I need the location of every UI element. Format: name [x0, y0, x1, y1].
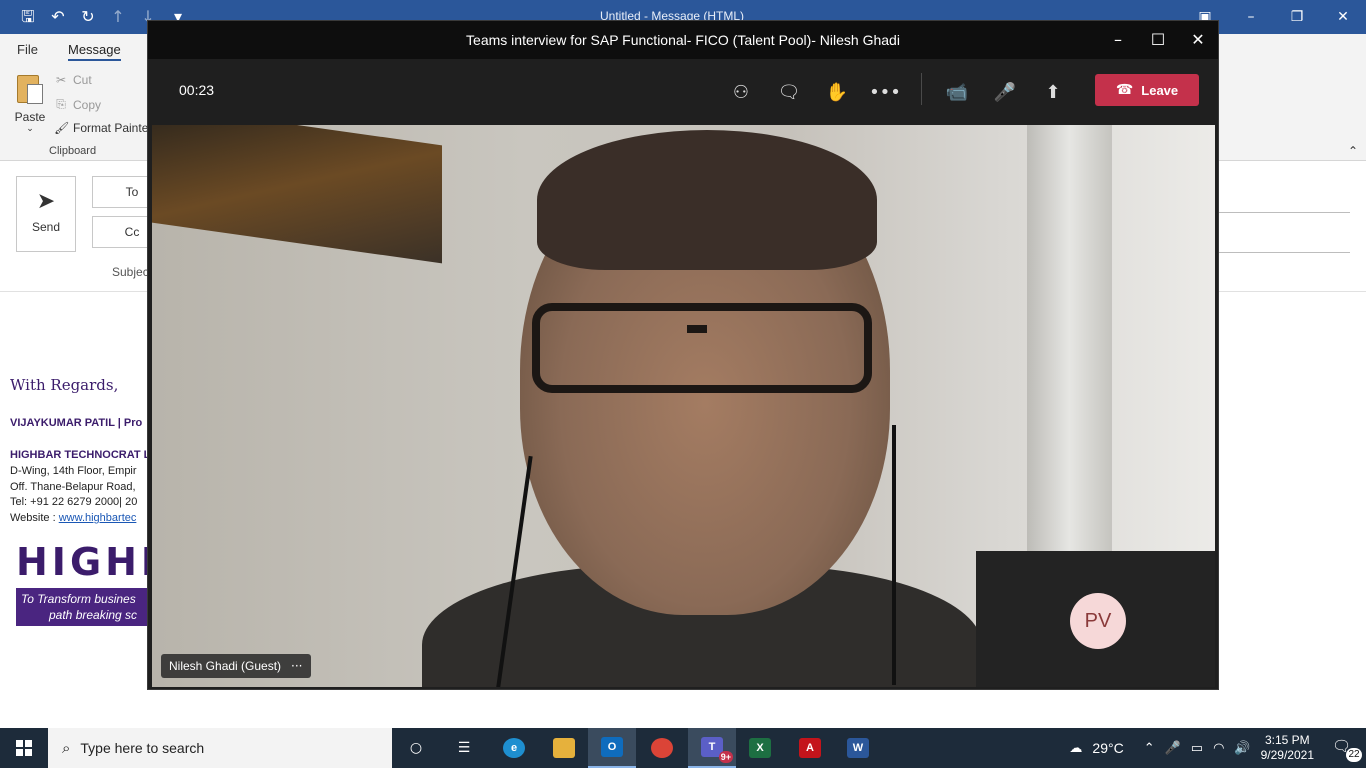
weather-icon[interactable]: ☁: [1069, 741, 1082, 756]
reactions-icon[interactable]: ✋: [821, 77, 853, 109]
chat-icon[interactable]: 🗨: [773, 77, 805, 109]
tab-message[interactable]: Message: [68, 42, 121, 61]
format-painter-label: Format Painter: [73, 121, 153, 135]
format-painter-button[interactable]: 🖌 Format Painter: [54, 121, 152, 135]
cortana-icon[interactable]: ○: [392, 728, 440, 768]
signature-tel: Tel: +91 22 6279 2000| 20: [10, 496, 138, 508]
to-field-line[interactable]: [1219, 212, 1350, 213]
more-actions-icon[interactable]: •••: [869, 77, 901, 109]
meeting-title: Teams interview for SAP Functional- FICO…: [466, 32, 900, 48]
send-label: Send: [31, 220, 61, 234]
cut-label: Cut: [73, 73, 92, 87]
file-explorer-icon[interactable]: [540, 728, 588, 768]
task-view-icon[interactable]: ☰: [440, 728, 488, 768]
taskbar-search[interactable]: ⌕ Type here to search: [48, 728, 392, 768]
collapse-ribbon-icon[interactable]: ⌃: [1348, 144, 1358, 158]
wifi-icon[interactable]: ◠: [1213, 741, 1224, 756]
tab-file[interactable]: File: [17, 42, 38, 57]
windows-logo-icon: [16, 740, 32, 756]
microphone-icon[interactable]: 🎤: [989, 77, 1021, 109]
volume-icon[interactable]: 🔊: [1234, 741, 1250, 756]
participants-icon[interactable]: ⚇: [725, 77, 757, 109]
up-arrow-icon[interactable]: ↑: [108, 7, 128, 27]
teams-taskbar-icon[interactable]: T 9+: [688, 728, 736, 768]
signature-address-1: D-Wing, 14th Floor, Empir: [10, 465, 137, 477]
copy-button[interactable]: ⎘ Copy: [54, 97, 101, 112]
system-tray: ☁ 29°C ⌃ 🎤 ▭ ◠ 🔊 3:15 PM 9/29/2021 🗨 22: [1069, 728, 1366, 768]
signature-company: HIGHBAR TECHNOCRAT L: [10, 449, 151, 461]
start-button[interactable]: [0, 728, 48, 768]
phone-hangup-icon: ☎: [1115, 82, 1134, 98]
word-icon[interactable]: W: [834, 728, 882, 768]
restore-icon[interactable]: ❐: [1274, 0, 1320, 34]
brush-icon: 🖌: [54, 121, 70, 135]
paste-icon: [15, 72, 45, 106]
leave-label: Leave: [1141, 82, 1179, 98]
participant-name: Nilesh Ghadi (Guest): [169, 659, 282, 673]
teams-window-controls: – ☐ ✕: [1098, 21, 1218, 59]
minimize-icon[interactable]: –: [1098, 21, 1138, 59]
chrome-icon[interactable]: [638, 728, 686, 768]
send-button[interactable]: ➤ Send: [16, 176, 76, 252]
self-view-tile: PV: [976, 551, 1215, 687]
tagline-line-2: path breaking sc: [49, 608, 138, 622]
signature-regards: With Regards,: [10, 376, 119, 394]
close-icon[interactable]: ✕: [1178, 21, 1218, 59]
avatar: PV: [1070, 593, 1126, 649]
website-link[interactable]: www.highbartec: [59, 512, 137, 524]
teams-titlebar: Teams interview for SAP Functional- FICO…: [148, 21, 1218, 59]
company-tagline: To Transform busines path breaking sc: [16, 588, 148, 626]
meeting-toolbar: 00:23 ⚇ 🗨 ✋ ••• 📹 🎤 ⬆ ☎ Leave: [148, 59, 1218, 125]
toolbar-divider: [921, 73, 922, 105]
weather-temp[interactable]: 29°C: [1092, 740, 1123, 756]
participant-name-tag[interactable]: Nilesh Ghadi (Guest) ···: [161, 654, 311, 678]
close-icon[interactable]: ✕: [1320, 0, 1366, 34]
send-icon: ➤: [36, 189, 56, 214]
maximize-icon[interactable]: ☐: [1138, 21, 1178, 59]
clock-time: 3:15 PM: [1264, 733, 1310, 747]
redo-icon[interactable]: ↻: [78, 7, 98, 27]
clock-date: 9/29/2021: [1260, 748, 1314, 762]
signature-address-2: Off. Thane-Belapur Road,: [10, 481, 136, 493]
leave-button[interactable]: ☎ Leave: [1095, 74, 1199, 106]
show-hidden-icons-icon[interactable]: ⌃: [1144, 741, 1155, 756]
signature-name: VIJAYKUMAR PATIL | Pro: [10, 417, 143, 429]
clipboard-group-label: Clipboard: [49, 145, 97, 157]
paste-button[interactable]: Paste ⌄: [12, 72, 48, 134]
undo-icon[interactable]: ↶: [48, 7, 68, 27]
website-label: Website :: [10, 512, 59, 524]
excel-icon[interactable]: X: [736, 728, 784, 768]
share-screen-icon[interactable]: ⬆: [1037, 77, 1069, 109]
teams-badge: 9+: [718, 751, 733, 763]
search-placeholder: Type here to search: [80, 740, 205, 756]
participant-more-icon[interactable]: ···: [291, 659, 302, 673]
chevron-down-icon[interactable]: ⌄: [12, 124, 48, 134]
cc-field-line[interactable]: [1219, 252, 1350, 253]
battery-icon[interactable]: ▭: [1191, 741, 1203, 756]
teams-meeting-window: Teams interview for SAP Functional- FICO…: [147, 20, 1219, 690]
copy-label: Copy: [73, 97, 102, 112]
scissors-icon: ✂: [55, 73, 67, 87]
acrobat-icon[interactable]: A: [786, 728, 834, 768]
tagline-line-1: To Transform busines: [21, 592, 136, 606]
taskbar: ⌕ Type here to search ○ ☰ e O T 9+ X A W …: [0, 728, 1366, 768]
call-timer: 00:23: [179, 82, 215, 98]
signature-website: Website : www.highbartec: [10, 512, 136, 524]
edge-icon[interactable]: e: [490, 728, 538, 768]
notification-count: 22: [1346, 748, 1362, 762]
video-stage: Nilesh Ghadi (Guest) ··· PV: [152, 125, 1215, 687]
search-icon: ⌕: [62, 739, 71, 757]
cut-button[interactable]: ✂ Cut: [54, 73, 92, 87]
minimize-icon[interactable]: –: [1228, 0, 1274, 34]
camera-off-icon[interactable]: 📹: [941, 77, 973, 109]
save-icon[interactable]: 🖫: [18, 7, 38, 27]
notifications-icon[interactable]: 🗨 22: [1332, 737, 1362, 762]
outlook-taskbar-icon[interactable]: O: [588, 728, 636, 768]
clock[interactable]: 3:15 PM 9/29/2021: [1261, 733, 1314, 763]
paste-label: Paste: [14, 110, 46, 124]
microphone-tray-icon[interactable]: 🎤: [1165, 741, 1181, 756]
copy-icon: ⎘: [56, 97, 66, 111]
